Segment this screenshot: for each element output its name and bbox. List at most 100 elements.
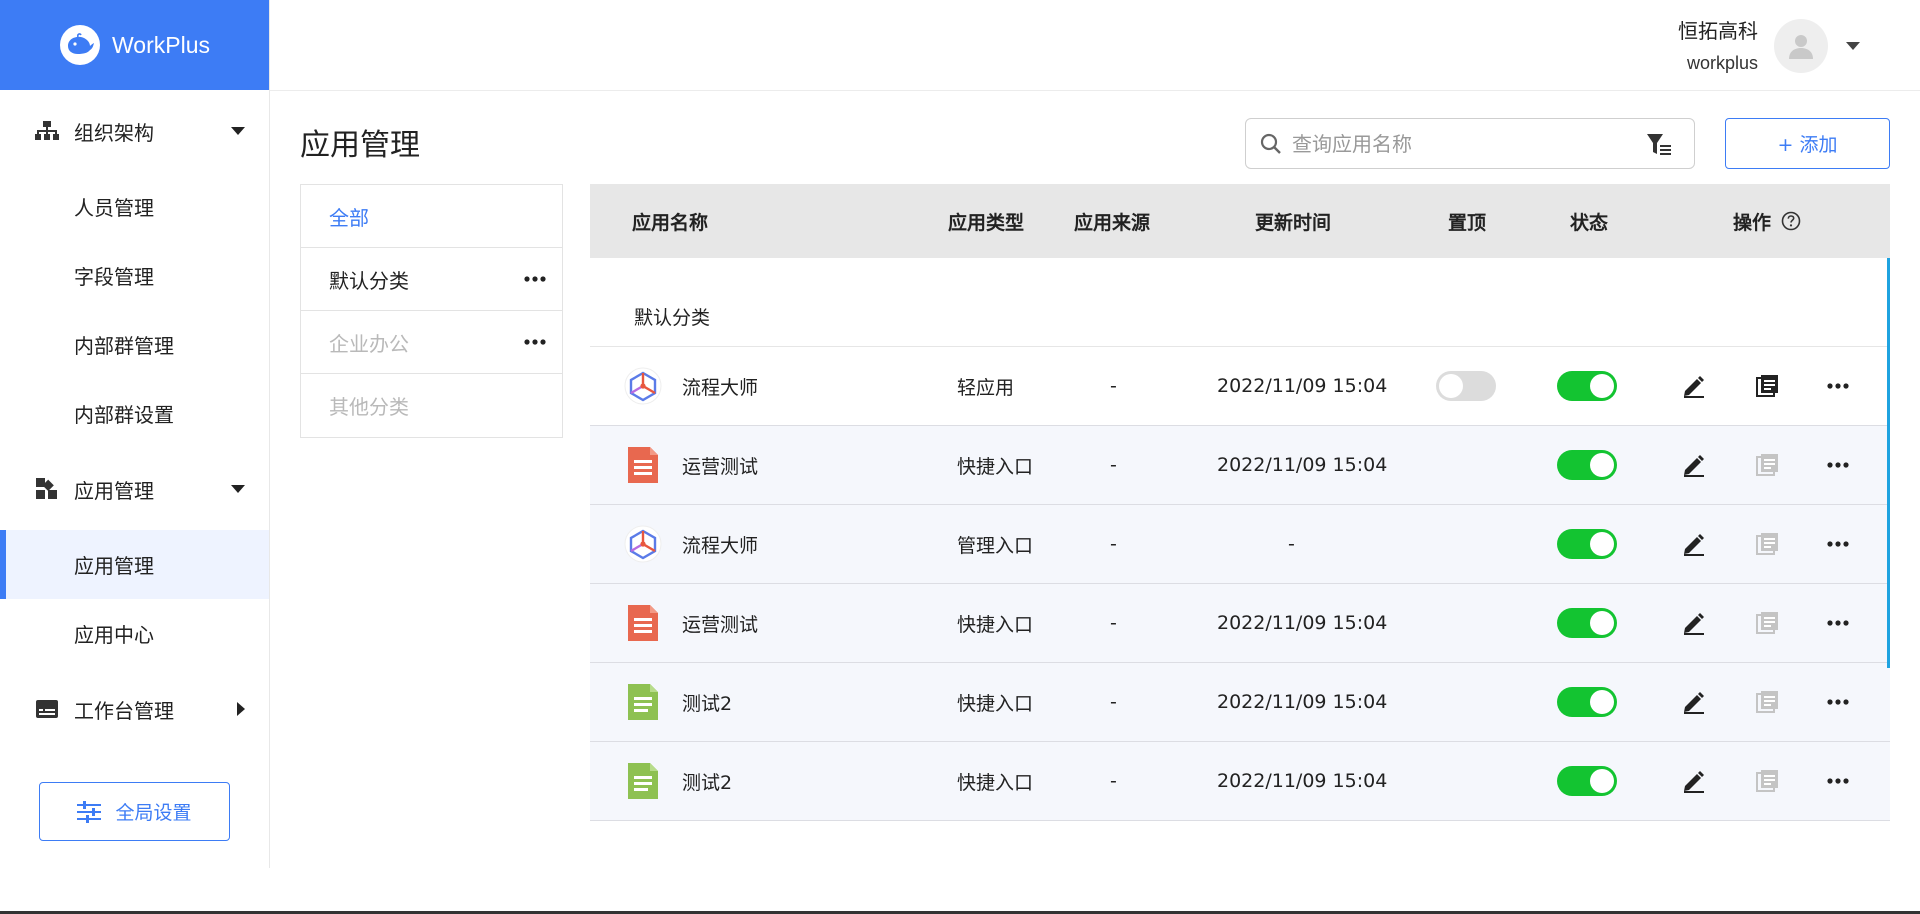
- edit-icon[interactable]: [1681, 689, 1707, 715]
- col-header-name: 应用名称: [632, 211, 709, 234]
- nav-group-org[interactable]: 组织架构: [0, 90, 269, 172]
- more-cell: [1827, 347, 1849, 425]
- more-icon[interactable]: [524, 339, 546, 345]
- status-toggle[interactable]: [1557, 608, 1617, 638]
- green-doc-icon: [624, 663, 662, 741]
- status-toggle-cell: [1557, 426, 1617, 504]
- more-icon[interactable]: [524, 276, 546, 282]
- app-name: 流程大师: [682, 376, 759, 399]
- more-cell: [1827, 584, 1849, 662]
- table-row[interactable]: 流程大师 管理入口 - -: [590, 505, 1890, 584]
- nav-group-label: 应用管理: [74, 478, 154, 503]
- more-icon[interactable]: [1827, 462, 1849, 468]
- category-item[interactable]: 全部: [301, 185, 562, 248]
- edit-icon[interactable]: [1681, 531, 1707, 557]
- edit-cell: [1681, 347, 1707, 425]
- app-updated: 2022/11/09 15:04: [1217, 454, 1388, 476]
- scrollbar[interactable]: [1887, 258, 1890, 668]
- top-bar: 恒拓高科 workplus: [270, 0, 1920, 91]
- status-toggle-cell: [1557, 505, 1617, 583]
- nav-group-workbench[interactable]: 工作台管理: [0, 668, 269, 750]
- status-toggle[interactable]: [1557, 766, 1617, 796]
- table-row[interactable]: 测试2 快捷入口 - 2022/11/09 15:04: [590, 742, 1890, 821]
- app-name: 测试2: [682, 771, 733, 794]
- app-name: 运营测试: [682, 613, 759, 636]
- table-row[interactable]: 运营测试 快捷入口 - 2022/11/09 15:04: [590, 426, 1890, 505]
- edit-icon[interactable]: [1681, 373, 1707, 399]
- sidebar-item-app-management[interactable]: 应用管理: [0, 530, 269, 599]
- flow-master-icon: [624, 347, 662, 425]
- copy-icon[interactable]: [1754, 689, 1780, 715]
- more-icon[interactable]: [1827, 541, 1849, 547]
- filter-icon[interactable]: [1646, 132, 1674, 158]
- copy-icon[interactable]: [1754, 768, 1780, 794]
- nav-group-label: 工作台管理: [74, 698, 174, 723]
- sidebar-item-group-settings[interactable]: 内部群设置: [0, 379, 269, 448]
- more-icon[interactable]: [1827, 778, 1849, 784]
- company-name: 恒拓高科: [1678, 19, 1758, 43]
- app-source: -: [1110, 691, 1117, 713]
- search-box[interactable]: [1245, 118, 1695, 169]
- copy-cell: [1754, 663, 1780, 741]
- app-source: -: [1110, 533, 1117, 555]
- status-toggle[interactable]: [1557, 687, 1617, 717]
- category-item[interactable]: 默认分类: [301, 248, 562, 311]
- sidebar-item-staff[interactable]: 人员管理: [0, 172, 269, 241]
- pin-toggle[interactable]: [1436, 371, 1496, 401]
- edit-icon[interactable]: [1681, 610, 1707, 636]
- more-cell: [1827, 742, 1849, 820]
- app-updated: 2022/11/09 15:04: [1217, 770, 1388, 792]
- sidebar-item-fields[interactable]: 字段管理: [0, 241, 269, 310]
- org-chart-icon: [35, 121, 59, 140]
- sidebar-item-groups[interactable]: 内部群管理: [0, 310, 269, 379]
- brand-logo[interactable]: WorkPlus: [0, 0, 269, 90]
- status-toggle[interactable]: [1557, 371, 1617, 401]
- copy-cell: [1754, 426, 1780, 504]
- search-input[interactable]: [1292, 131, 1632, 156]
- toggle-knob: [1590, 690, 1614, 714]
- sidebar-item-app-center[interactable]: 应用中心: [0, 599, 269, 668]
- more-icon[interactable]: [1827, 383, 1849, 389]
- caret-down-icon: [231, 485, 245, 493]
- copy-cell: [1754, 584, 1780, 662]
- group-label: 默认分类: [634, 307, 711, 329]
- app-type: 快捷入口: [957, 613, 1034, 636]
- status-toggle-cell: [1557, 742, 1617, 820]
- status-toggle[interactable]: [1557, 450, 1617, 480]
- global-settings-button[interactable]: 全局设置: [39, 782, 230, 841]
- status-toggle-cell: [1557, 584, 1617, 662]
- table-body: 流程大师 轻应用 -2022/11/09 15:04 运营测试 快捷入口 -2022/11…: [590, 347, 1890, 821]
- edit-icon[interactable]: [1681, 452, 1707, 478]
- more-icon[interactable]: [1827, 699, 1849, 705]
- edit-cell: [1681, 426, 1707, 504]
- category-item[interactable]: 其他分类: [301, 374, 562, 437]
- username: workplus: [1686, 53, 1758, 73]
- more-icon[interactable]: [1827, 620, 1849, 626]
- table-row[interactable]: 流程大师 轻应用 - 2022/11/09 15:04: [590, 347, 1890, 426]
- copy-icon[interactable]: [1754, 610, 1780, 636]
- edit-icon[interactable]: [1681, 768, 1707, 794]
- user-menu[interactable]: 恒拓高科 workplus: [1678, 14, 1860, 78]
- status-toggle[interactable]: [1557, 529, 1617, 559]
- copy-cell: [1754, 505, 1780, 583]
- search-icon: [1260, 133, 1281, 154]
- copy-icon[interactable]: [1754, 373, 1780, 399]
- app-type: 快捷入口: [957, 771, 1034, 794]
- sliders-icon: [77, 800, 102, 823]
- copy-icon[interactable]: [1754, 531, 1780, 557]
- add-app-button[interactable]: + 添加: [1725, 118, 1890, 169]
- whale-logo-icon: [60, 25, 100, 65]
- help-icon[interactable]: [1781, 211, 1801, 231]
- category-item[interactable]: 企业办公: [301, 311, 562, 374]
- table-row[interactable]: 运营测试 快捷入口 - 2022/11/09 15:04: [590, 584, 1890, 663]
- caret-down-icon[interactable]: [1846, 42, 1860, 50]
- nav-group-apps[interactable]: 应用管理: [0, 448, 269, 530]
- table-row[interactable]: 测试2 快捷入口 - 2022/11/09 15:04: [590, 663, 1890, 742]
- copy-icon[interactable]: [1754, 452, 1780, 478]
- app-updated: 2022/11/09 15:04: [1217, 691, 1388, 713]
- app-updated: 2022/11/09 15:04: [1217, 612, 1388, 634]
- edit-cell: [1681, 742, 1707, 820]
- app-updated: 2022/11/09 15:04: [1217, 375, 1388, 397]
- red-doc-icon: [624, 584, 662, 662]
- avatar[interactable]: [1774, 19, 1828, 73]
